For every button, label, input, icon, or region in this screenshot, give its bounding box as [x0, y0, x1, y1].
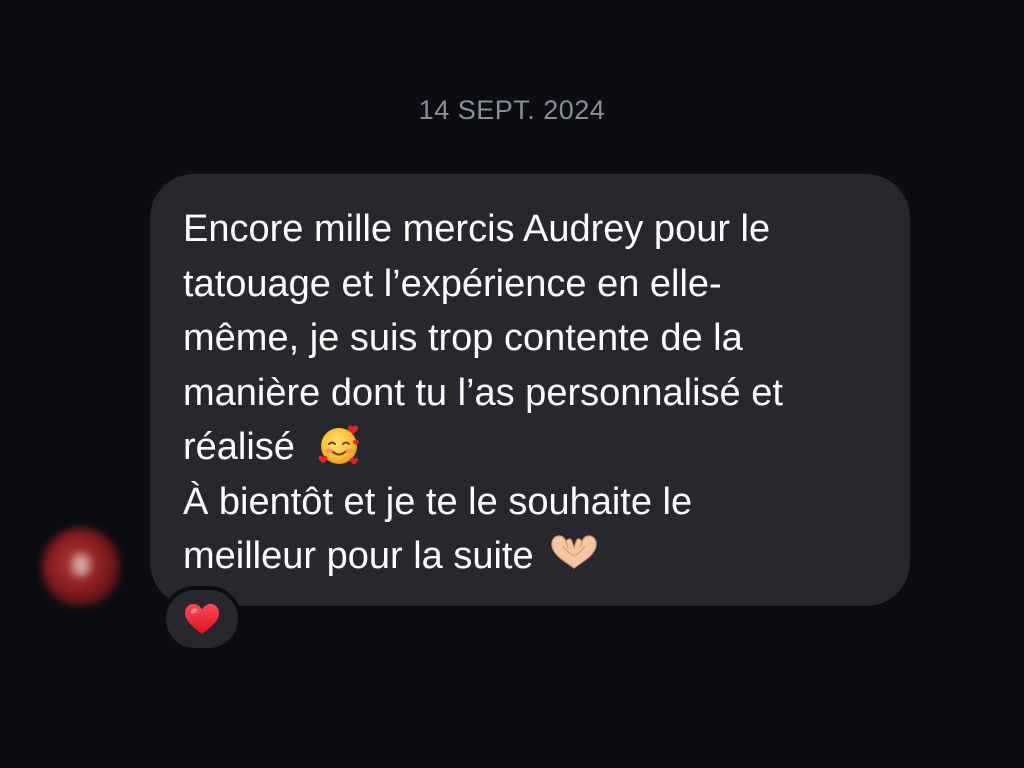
smiling-face-with-hearts-icon [318, 425, 359, 465]
reaction-badge[interactable] [162, 586, 242, 652]
message-line: réalisé [183, 426, 295, 468]
message-text: Encore mille mercis Audrey pour le tatou… [183, 202, 880, 584]
message-line: meilleur pour la suite [183, 535, 534, 577]
message-line: manière dont tu l’as personnalisé et [183, 371, 783, 414]
avatar-image-detail [72, 554, 90, 576]
message-line: même, je suis trop contente de la [183, 317, 743, 359]
message-line: tatouage et l’expérience en elle- [183, 262, 722, 305]
message-line: À bientôt et je te le souhaite le [183, 480, 693, 523]
message-line: Encore mille mercis Audrey pour le [183, 208, 771, 250]
message-line-with-emoji: meilleur pour la suite [183, 529, 880, 584]
sender-avatar[interactable] [42, 528, 120, 606]
message-line-with-emoji: réalisé [183, 420, 880, 475]
date-separator: 14 SEPT. 2024 [418, 95, 606, 125]
heart-hands-icon [550, 535, 597, 569]
chat-screen: 14 SEPT. 2024 Encore mille mercis Audrey… [0, 0, 1024, 768]
red-heart-icon [185, 604, 219, 634]
message-bubble[interactable]: Encore mille mercis Audrey pour le tatou… [150, 174, 910, 606]
